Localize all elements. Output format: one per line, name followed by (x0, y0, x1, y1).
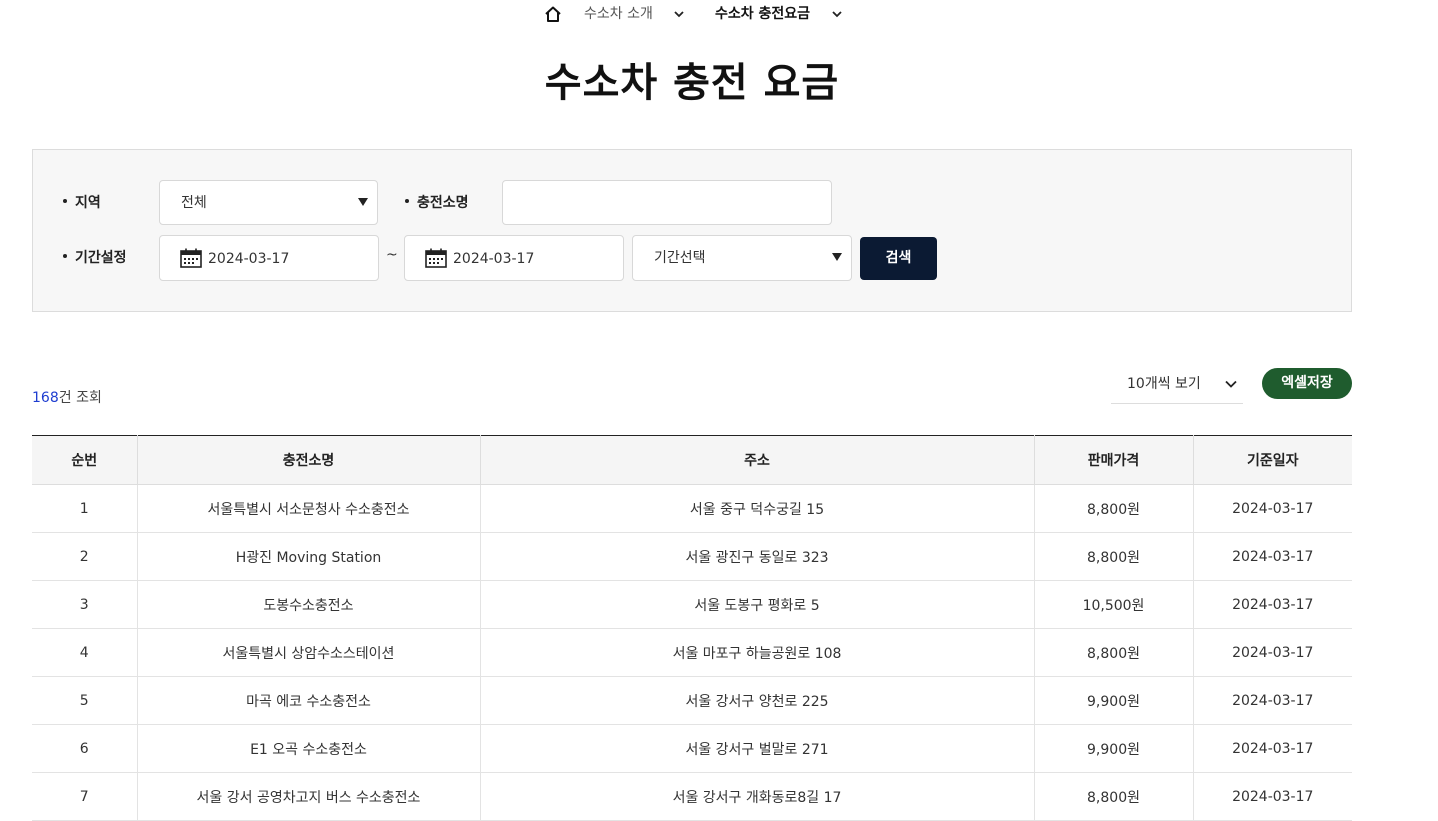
table-row: 6 E1 오곡 수소충전소 서울 강서구 벌말로 271 9,900원 2024… (32, 724, 1352, 773)
cell-station: 마곡 에코 수소충전소 (136, 676, 480, 725)
cell-no: 3 (32, 580, 137, 629)
cell-address: 서울 강서구 벌말로 271 (479, 724, 1034, 773)
end-date-value: 2024-03-17 (453, 251, 535, 267)
cell-address: 서울 광진구 동일로 323 (479, 532, 1034, 581)
column-header-no: 순번 (32, 435, 137, 485)
result-count: 168건 조회 (32, 388, 102, 408)
cell-station: 서울 강서 공영차고지 버스 수소충전소 (136, 772, 480, 821)
result-count-number: 168 (32, 390, 59, 406)
cell-no: 4 (32, 628, 137, 677)
bullet-icon (63, 199, 67, 203)
date-separator: ~ (386, 247, 398, 263)
bullet-icon (63, 254, 67, 258)
cell-no: 1 (32, 484, 137, 533)
column-header-price: 판매가격 (1033, 435, 1193, 485)
cell-date: 2024-03-17 (1192, 676, 1352, 725)
breadcrumb-item-fee[interactable]: 수소차 충전요금 (715, 5, 810, 23)
start-date-value: 2024-03-17 (208, 251, 290, 267)
search-button[interactable]: 검색 (860, 237, 937, 280)
breadcrumb: 수소차 소개 수소차 충전요금 (0, 0, 1438, 30)
cell-address: 서울 도봉구 평화로 5 (479, 580, 1034, 629)
cell-date: 2024-03-17 (1192, 628, 1352, 677)
region-label: 지역 (63, 193, 101, 213)
column-header-date: 기준일자 (1192, 435, 1352, 485)
cell-date: 2024-03-17 (1192, 724, 1352, 773)
table-header-row: 순번 충전소명 주소 판매가격 기준일자 (32, 435, 1352, 485)
calendar-icon (425, 248, 447, 268)
search-panel: 지역 전체 충전소명 기간설정 2024-03-17 ~ 2024-03-17 … (32, 149, 1352, 312)
cell-price: 8,800원 (1033, 772, 1193, 821)
cell-price: 8,800원 (1033, 484, 1193, 533)
cell-address: 서울 중구 덕수궁길 15 (479, 484, 1034, 533)
fee-table: 순번 충전소명 주소 판매가격 기준일자 1 서울특별시 서소문청사 수소충전소… (32, 435, 1352, 821)
cell-date: 2024-03-17 (1192, 532, 1352, 581)
cell-date: 2024-03-17 (1192, 484, 1352, 533)
cell-date: 2024-03-17 (1192, 580, 1352, 629)
station-name-input[interactable] (502, 180, 832, 225)
chevron-down-icon (1225, 380, 1237, 388)
table-row: 4 서울특별시 상암수소스테이션 서울 마포구 하늘공원로 108 8,800원… (32, 628, 1352, 677)
table-row: 5 마곡 에코 수소충전소 서울 강서구 양천로 225 9,900원 2024… (32, 676, 1352, 725)
cell-price: 9,900원 (1033, 676, 1193, 725)
cell-price: 8,800원 (1033, 628, 1193, 677)
cell-no: 2 (32, 532, 137, 581)
cell-station: 도봉수소충전소 (136, 580, 480, 629)
region-select[interactable]: 전체 (159, 180, 378, 225)
cell-no: 6 (32, 724, 137, 773)
dropdown-arrow-icon (358, 198, 368, 206)
table-row: 7 서울 강서 공영차고지 버스 수소충전소 서울 강서구 개화동로8길 17 … (32, 772, 1352, 821)
breadcrumb-item-intro[interactable]: 수소차 소개 (584, 5, 653, 23)
period-select[interactable]: 기간선택 (632, 235, 852, 281)
cell-date: 2024-03-17 (1192, 772, 1352, 821)
bullet-icon (405, 199, 409, 203)
cell-station: 서울특별시 서소문청사 수소충전소 (136, 484, 480, 533)
station-name-label: 충전소명 (405, 193, 469, 213)
end-date-input[interactable]: 2024-03-17 (404, 235, 624, 281)
result-count-suffix: 건 조회 (58, 390, 102, 406)
per-page-value: 10개씩 보기 (1127, 376, 1201, 392)
cell-no: 7 (32, 772, 137, 821)
home-icon[interactable] (544, 5, 562, 23)
cell-address: 서울 강서구 양천로 225 (479, 676, 1034, 725)
region-select-value: 전체 (181, 195, 207, 211)
table-row: 2 H광진 Moving Station 서울 광진구 동일로 323 8,80… (32, 532, 1352, 581)
table-row: 3 도봉수소충전소 서울 도봉구 평화로 5 10,500원 2024-03-1… (32, 580, 1352, 629)
cell-station: H광진 Moving Station (136, 532, 480, 581)
cell-station: E1 오곡 수소충전소 (136, 724, 480, 773)
dropdown-arrow-icon (832, 253, 842, 261)
table-row: 1 서울특별시 서소문청사 수소충전소 서울 중구 덕수궁길 15 8,800원… (32, 484, 1352, 533)
cell-no: 5 (32, 676, 137, 725)
column-header-station: 충전소명 (136, 435, 480, 485)
excel-save-button[interactable]: 엑셀저장 (1262, 368, 1352, 399)
chevron-down-icon[interactable] (830, 7, 844, 21)
cell-price: 8,800원 (1033, 532, 1193, 581)
period-select-value: 기간선택 (654, 250, 706, 266)
cell-address: 서울 마포구 하늘공원로 108 (479, 628, 1034, 677)
cell-station: 서울특별시 상암수소스테이션 (136, 628, 480, 677)
cell-price: 9,900원 (1033, 724, 1193, 773)
page-title: 수소차 충전 요금 (544, 60, 840, 106)
calendar-icon (180, 248, 202, 268)
cell-address: 서울 강서구 개화동로8길 17 (479, 772, 1034, 821)
column-header-address: 주소 (479, 435, 1034, 485)
start-date-input[interactable]: 2024-03-17 (159, 235, 379, 281)
period-label: 기간설정 (63, 248, 127, 268)
cell-price: 10,500원 (1033, 580, 1193, 629)
per-page-select[interactable]: 10개씩 보기 (1111, 366, 1243, 404)
chevron-down-icon[interactable] (672, 7, 686, 21)
